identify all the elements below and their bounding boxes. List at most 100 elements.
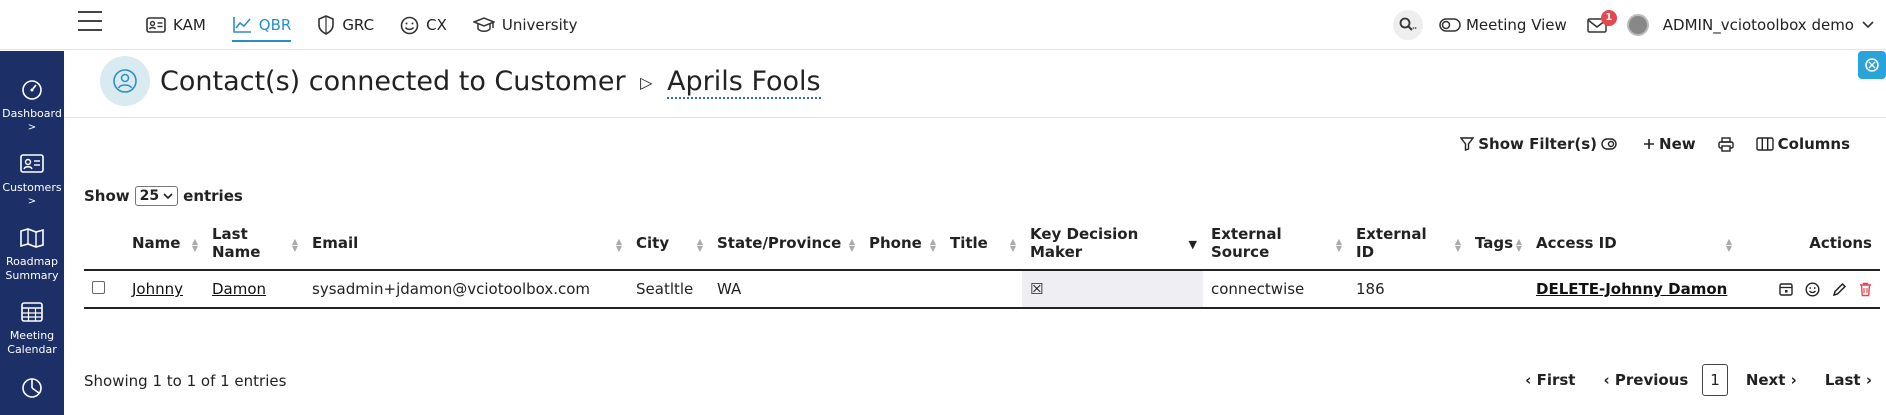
row-checkbox[interactable] [92,281,105,294]
column-label: Phone [869,233,922,252]
cell-title [942,270,1022,309]
sort-icon: ▲ ▼ [291,237,298,253]
next-page-button[interactable]: Next › [1746,371,1797,389]
customer-link[interactable]: Aprils Fools [667,66,821,99]
user-name: ADMIN_vciotoolbox demo [1662,16,1854,34]
contact-person-icon [100,56,150,106]
column-label: Tags [1475,233,1514,252]
table-toolbar: Show Filter(s) New Columns [1438,135,1850,153]
sort-icon: ▲ ▼ [1335,237,1342,253]
delete-trash-icon[interactable] [1859,282,1872,297]
cell-phone [861,270,942,309]
sidebar-item-meeting-calendar[interactable]: Meeting Calendar [0,301,64,357]
row-actions [1746,281,1872,297]
sort-icon: ▲ ▼ [191,237,198,253]
column-label: Access ID [1536,233,1617,252]
column-header-email[interactable]: Email ▲ ▼ [304,216,628,271]
sidebar: Dashboard > Customers > Roadmap Summary … [0,51,64,415]
previous-page-button[interactable]: ‹ Previous [1603,371,1688,389]
hamburger-menu-icon[interactable] [78,11,102,33]
nav-item-kam[interactable]: KAM [146,0,206,50]
cell-state: WA [709,270,861,309]
top-navbar: KAM QBR GRC CX University Meeting View 1… [0,0,1886,50]
column-header-access-id[interactable]: Access ID ▲ ▼ [1528,216,1738,271]
caret-right-icon: ▷ [640,73,653,92]
print-button[interactable] [1717,136,1734,152]
user-menu[interactable]: ADMIN_vciotoolbox demo [1626,14,1874,36]
cell-name: Johnny [124,270,204,309]
column-label: External ID [1356,224,1427,261]
new-button[interactable]: New [1643,135,1696,153]
smile-icon[interactable] [1805,281,1820,297]
sort-icon: ▲ ▼ [696,237,703,253]
contact-last-name-link[interactable]: Damon [212,280,266,298]
calendar-icon[interactable] [1779,282,1793,297]
current-page-button[interactable]: 1 [1702,364,1728,396]
column-header-title[interactable]: Title ▲ ▼ [942,216,1022,271]
column-header-key-decision-maker[interactable]: Key Decision Maker ▼ [1022,216,1203,271]
first-page-button[interactable]: ‹ First [1525,371,1575,389]
next-label: Next [1745,371,1786,389]
sort-icon: ▲ ▼ [1725,237,1732,253]
mail-count-badge: 1 [1600,9,1617,26]
nav-label: QBR [258,16,292,34]
search-icon[interactable] [1392,10,1423,40]
nav-item-university[interactable]: University [472,0,578,50]
meeting-view-toggle[interactable]: Meeting View [1439,16,1567,34]
page-title: Contact(s) connected to Customer ▷ April… [160,66,821,99]
sidebar-item-label: Dashboard [2,107,62,120]
entries-select-value: 25 [139,188,160,204]
column-label: Name [132,233,181,252]
nav-label: CX [426,16,447,34]
new-label: New [1659,135,1696,153]
nav-item-qbr[interactable]: QBR [231,0,292,50]
pagination: ‹ First ‹ Previous 1 Next › Last › [1497,364,1872,396]
avatar [1626,14,1649,36]
column-label: Last Name [212,224,261,261]
map-icon [19,227,45,249]
show-filters-label: Show Filter(s) [1478,135,1598,153]
column-header-external-source[interactable]: External Source ▲ ▼ [1203,216,1348,271]
mail-button[interactable]: 1 [1587,9,1617,33]
sort-icon: ▲ ▼ [929,237,936,253]
smile-icon [400,16,419,35]
column-header-name[interactable]: Name ▲ ▼ [124,216,204,271]
sort-icon: ▲ ▼ [1454,237,1461,253]
sidebar-item-customers[interactable]: Customers > [0,153,64,209]
edit-pencil-icon[interactable] [1832,282,1847,297]
last-page-button[interactable]: Last › [1825,371,1872,389]
sidebar-item-reports[interactable] [0,377,64,405]
sort-icon: ▲ ▼ [615,237,622,253]
nav-item-grc[interactable]: GRC [317,0,374,50]
column-header-last-name[interactable]: Last Name ▲ ▼ [204,216,304,271]
column-header-city[interactable]: City ▲ ▼ [628,216,709,271]
chart-line-icon [232,16,252,34]
pie-chart-icon [19,377,45,399]
column-label: Key Decision Maker [1030,224,1139,261]
sidebar-item-roadmap-summary[interactable]: Roadmap Summary [0,227,64,283]
nav-label: KAM [173,16,206,34]
contacts-table: Name ▲ ▼ Last Name ▲ ▼ Email ▲ ▼ City ▲ ▼ State/… [84,216,1880,309]
table-header-row: Name ▲ ▼ Last Name ▲ ▼ Email ▲ ▼ City ▲ ▼ State/… [84,216,1880,271]
meeting-view-label: Meeting View [1465,16,1567,34]
nav-item-cx[interactable]: CX [400,0,447,50]
column-header-state[interactable]: State/Province ▲ ▼ [709,216,861,271]
column-header-external-id[interactable]: External ID ▲ ▼ [1348,216,1467,271]
access-id-link[interactable]: DELETE-Johnny Damon [1536,280,1727,298]
sidebar-item-dashboard[interactable]: Dashboard > [0,79,64,135]
show-filters-button[interactable]: Show Filter(s) [1460,135,1621,153]
columns-button[interactable]: Columns [1755,135,1850,153]
cell-email: sysadmin+jdamon@vciotoolbox.com [304,270,628,309]
entries-select[interactable]: 25 [134,186,179,206]
page-title-text: Contact(s) connected to Customer [160,66,626,97]
cell-tags [1467,270,1528,309]
eye-icon [1601,138,1617,150]
chevron-right-icon: > [27,122,37,133]
column-label: Email [312,233,359,252]
cell-city: Seatltle [628,270,709,309]
column-label: State/Province [717,233,842,252]
contact-name-link[interactable]: Johnny [132,280,183,298]
settings-toggle-icon[interactable] [1858,51,1886,79]
column-header-tags[interactable]: Tags ▲ ▼ [1467,216,1528,271]
column-header-phone[interactable]: Phone ▲ ▼ [861,216,942,271]
